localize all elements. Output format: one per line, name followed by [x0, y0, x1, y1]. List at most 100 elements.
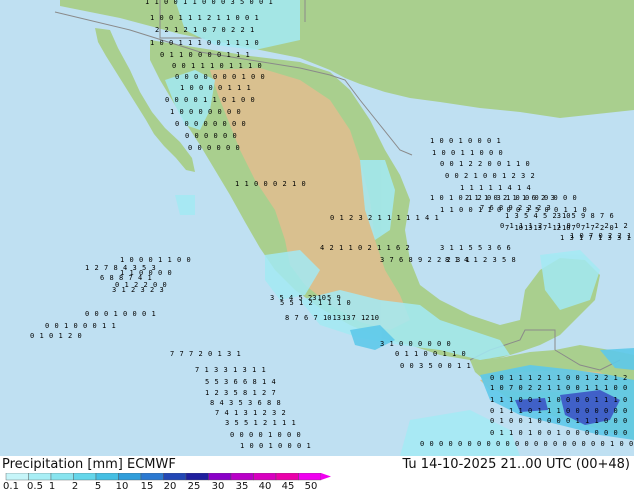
grid-point-value: 0	[288, 442, 292, 450]
grid-point-value: 2	[134, 281, 138, 289]
grid-point-value: 1	[232, 96, 236, 104]
scale-swatch	[28, 473, 52, 481]
grid-point-value: 0	[428, 340, 432, 348]
grid-point-value: 0	[241, 96, 245, 104]
scale-tick-label: 15	[140, 481, 154, 492]
grid-point-value: 0	[599, 232, 603, 240]
grid-point-value: 0	[576, 384, 580, 392]
grid-point-value: 1	[152, 310, 156, 318]
grid-point-value: 0	[45, 322, 49, 330]
grid-point-value: 2	[478, 160, 482, 168]
grid-point-value: 3	[231, 0, 235, 6]
grid-point-value: 0	[164, 0, 168, 6]
grid-point-value: 0	[509, 417, 513, 425]
grid-point-value: 1	[470, 184, 474, 192]
grid-point-value: 0	[198, 144, 202, 152]
grid-point-value: 0	[123, 310, 127, 318]
grid-point-value: 1	[292, 419, 296, 427]
grid-point-value: 6	[610, 212, 614, 220]
scale-tick-label: 5	[94, 481, 102, 492]
grid-point-value: 10	[323, 314, 331, 322]
grid-point-value: 1	[250, 26, 254, 34]
grid-point-value: 0	[218, 84, 222, 92]
grid-point-value: 3	[380, 256, 384, 264]
grid-point-value: 0	[493, 172, 497, 180]
grid-point-value: 0	[133, 310, 137, 318]
grid-point-value: 0	[459, 194, 463, 202]
grid-point-value: 0	[449, 137, 453, 145]
scale-swatch	[118, 473, 142, 481]
grid-point-value: 0	[614, 429, 618, 437]
grid-point-value: 1	[218, 350, 222, 358]
grid-point-value: 5	[240, 0, 244, 6]
grid-point-value: 0	[490, 417, 494, 425]
grid-point-value: 0	[585, 407, 589, 415]
grid-point-value: 0	[547, 429, 551, 437]
grid-point-value: 1	[245, 180, 249, 188]
grid-point-value: 0	[185, 120, 189, 128]
grid-point-value: 1	[217, 14, 221, 22]
scale-swatch	[50, 473, 74, 481]
grid-point-value: 2	[464, 172, 468, 180]
grid-point-value: 0	[455, 172, 459, 180]
grid-point-value: 0	[213, 120, 217, 128]
grid-point-value: 0	[468, 440, 472, 448]
grid-point-value: 10	[318, 294, 326, 302]
grid-point-value: 0	[499, 149, 503, 157]
grid-point-value: 0	[538, 417, 542, 425]
grid-point-value: 0	[330, 214, 334, 222]
grid-point-value: 1	[168, 256, 172, 264]
grid-point-value: 4	[425, 214, 429, 222]
grid-point-value: 9	[337, 294, 341, 302]
grid-point-value: 1	[120, 256, 124, 264]
grid-point-value: 3	[227, 350, 231, 358]
scale-tick-label: 50	[304, 481, 318, 492]
grid-point-value: 0	[175, 120, 179, 128]
precipitation-map[interactable]: 1100110003500110011121100122121070221100…	[0, 0, 634, 456]
grid-point-value: 0	[55, 322, 59, 330]
grid-point-value: 0	[158, 269, 162, 277]
grid-point-value: 0	[462, 350, 466, 358]
grid-point-value: 2	[538, 384, 542, 392]
grid-point-value: 1	[478, 206, 482, 214]
grid-point-value: 0	[604, 429, 608, 437]
scale-tick-label: 40	[258, 481, 272, 492]
grid-point-value: 0	[259, 431, 263, 439]
grid-point-value: 1	[500, 417, 504, 425]
grid-point-value: 7	[509, 384, 513, 392]
grid-point-value: 0	[177, 256, 181, 264]
grid-point-value: 8	[512, 256, 516, 264]
grid-point-value: 1	[570, 232, 574, 240]
grid-point-value: 0	[254, 180, 258, 188]
grid-point-value: 0	[184, 96, 188, 104]
grid-point-value: 8	[277, 399, 281, 407]
grid-point-value: 1	[509, 407, 513, 415]
grid-point-value: 0	[399, 340, 403, 348]
map-canvas: 1 1 0 0 1 1 0 0 0 3 5 0 0 11 0 0 1 1 1 2 1 1 0 0 12 2 1 2 1 0 7 0 2 2 11 0 0…	[30, 0, 634, 456]
grid-point-value: 0	[490, 429, 494, 437]
legend-variable: Precipitation [mm]	[2, 457, 123, 472]
grid-point-value: 1	[246, 51, 250, 59]
grid-point-value: 2	[263, 419, 267, 427]
grid-point-value: 1	[180, 84, 184, 92]
grid-point-value: 0	[525, 440, 529, 448]
grid-point-value: 0	[487, 440, 491, 448]
scale-swatch	[230, 473, 254, 481]
grid-point-value: 1	[170, 51, 174, 59]
grid-point-value: 7	[170, 350, 174, 358]
grid-point-value: 2	[623, 374, 627, 382]
grid-point-value: 8	[591, 212, 595, 220]
grid-point-value: 0	[222, 26, 226, 34]
grid-point-value: 5	[469, 244, 473, 252]
grid-point-value: 1	[155, 0, 159, 6]
grid-point-value: 0	[85, 310, 89, 318]
grid-point-value: 3	[214, 366, 218, 374]
grid-point-value: 0	[487, 194, 491, 202]
grid-point-value: 2	[447, 256, 451, 264]
grid-point-value: 0	[395, 350, 399, 358]
grid-point-value: 0	[478, 137, 482, 145]
grid-point-value: 2	[531, 172, 535, 180]
grid-point-value: 0	[528, 396, 532, 404]
grid-point-value: 0	[420, 440, 424, 448]
grid-point-value: 1	[387, 244, 391, 252]
